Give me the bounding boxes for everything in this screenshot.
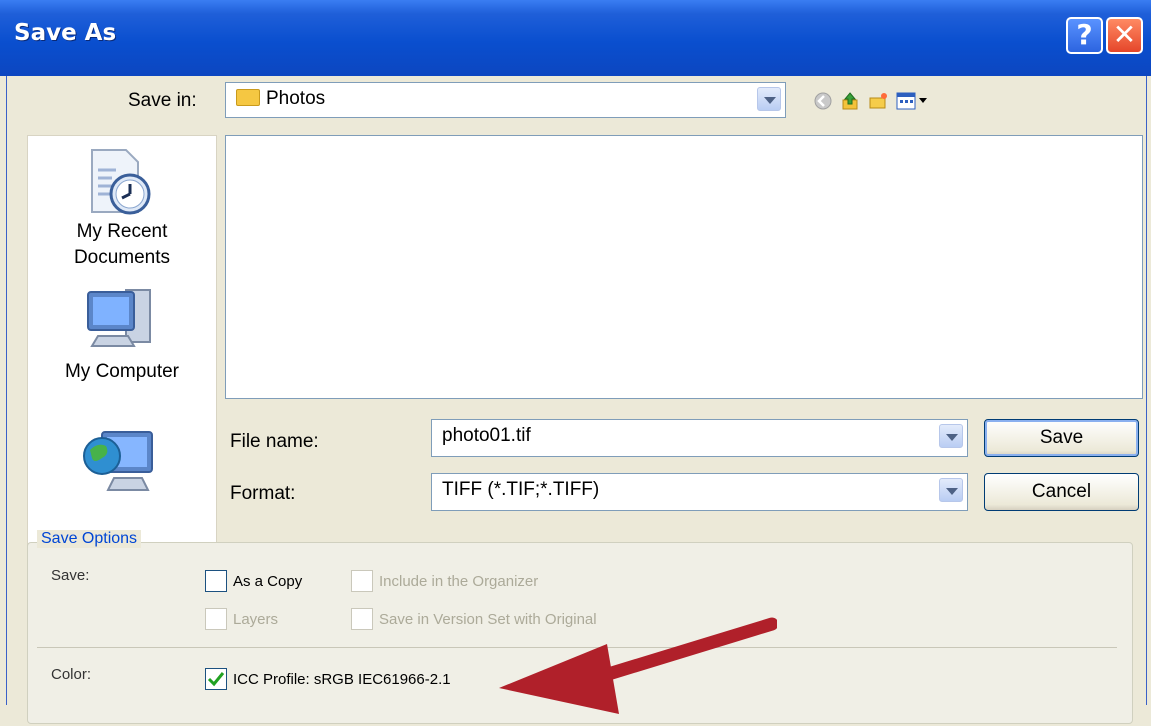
file-name-value: photo01.tif [442,425,531,446]
place-label: Documents [73,247,171,268]
color-label: Color: [51,666,92,683]
new-folder-icon[interactable] [868,91,888,111]
save-in-value: Photos [266,88,326,109]
as-a-copy-label: As a Copy [233,573,303,590]
layers-label: Layers [233,611,279,628]
save-options-title: Save Options [37,530,142,548]
save-button[interactable]: Save [984,419,1139,457]
format-label: Format: [230,483,296,504]
cancel-button[interactable]: Cancel [984,473,1139,511]
save-in-dropdown[interactable]: Photos [225,82,786,118]
chevron-down-icon[interactable] [757,87,781,111]
icc-profile-checkbox[interactable] [205,668,227,690]
include-organizer-label: Include in the Organizer [379,573,539,590]
include-organizer-checkbox[interactable] [351,570,373,592]
back-icon[interactable] [813,91,833,111]
save-options-label: Save: [51,567,90,584]
file-list[interactable] [225,135,1143,399]
file-name-input[interactable]: photo01.tif [431,419,968,457]
icc-profile-label: ICC Profile: sRGB IEC61966-2.1 [233,671,451,688]
place-label: My Computer [64,361,180,382]
save-in-label: Save in: [128,90,197,111]
file-name-label: File name: [230,431,319,452]
network-icon [83,431,153,491]
help-icon: ? [1076,18,1093,51]
as-a-copy-checkbox[interactable] [205,570,227,592]
checkmark-icon [207,672,225,687]
close-button[interactable]: ✕ [1106,17,1143,54]
view-menu-icon[interactable] [896,91,930,111]
help-button[interactable]: ? [1066,17,1103,54]
computer-icon [87,289,151,347]
format-dropdown[interactable]: TIFF (*.TIF;*.TIFF) [431,473,968,511]
window-title: Save As [14,20,117,46]
dialog-body: Save in: Photos My Recent Documents My C… [6,76,1147,724]
recent-documents-icon [91,149,151,215]
annotation-arrow-icon [499,617,777,714]
format-value: TIFF (*.TIF;*.TIFF) [442,479,600,500]
places-bar: My Recent Documents My Computer [27,135,217,587]
folder-icon [236,89,260,106]
layers-checkbox[interactable] [205,608,227,630]
close-icon: ✕ [1112,18,1137,51]
place-label: My Recent [76,221,168,242]
up-folder-icon[interactable] [840,91,860,111]
title-bar: Save As ? ✕ [0,0,1151,76]
chevron-down-icon[interactable] [939,424,963,448]
version-set-checkbox[interactable] [351,608,373,630]
chevron-down-icon[interactable] [939,478,963,502]
